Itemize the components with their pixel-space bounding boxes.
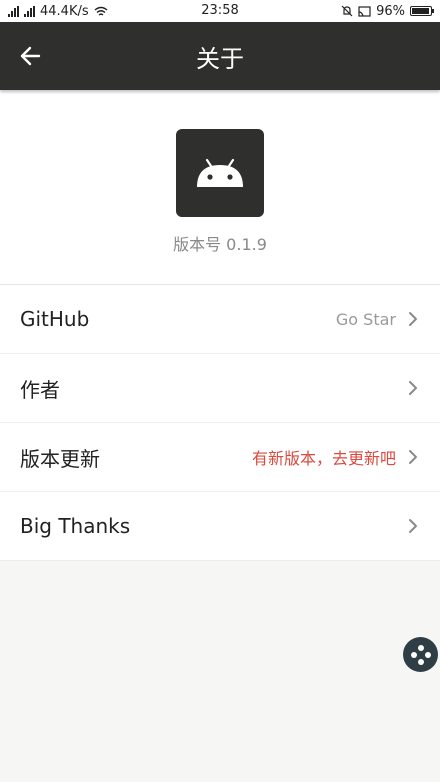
app-header-card: 版本号 0.1.9 bbox=[0, 90, 440, 285]
battery-icon bbox=[410, 6, 434, 16]
about-list: GitHub Go Star 作者 版本更新 有新版本，去更新吧 Big Tha… bbox=[0, 285, 440, 561]
status-right: 96% bbox=[341, 3, 434, 19]
mute-icon bbox=[341, 5, 353, 17]
cast-icon bbox=[358, 5, 371, 17]
list-item-label: Big Thanks bbox=[20, 514, 131, 538]
list-item-author[interactable]: 作者 bbox=[0, 354, 440, 423]
update-available-text: 有新版本，去更新吧 bbox=[251, 449, 396, 468]
status-left: 44.4K/s bbox=[8, 4, 108, 19]
list-item-github[interactable]: GitHub Go Star bbox=[0, 285, 440, 354]
assistive-touch-button[interactable] bbox=[403, 637, 438, 672]
chevron-right-icon bbox=[406, 447, 420, 467]
list-item-update[interactable]: 版本更新 有新版本，去更新吧 bbox=[0, 423, 440, 492]
chevron-right-icon bbox=[406, 378, 420, 398]
wifi-icon bbox=[94, 6, 108, 16]
status-bar: 44.4K/s 23:58 96% bbox=[0, 0, 440, 22]
android-icon bbox=[197, 158, 243, 187]
app-logo bbox=[176, 129, 264, 217]
list-item-value: Go Star bbox=[335, 309, 396, 329]
list-item-label: GitHub bbox=[20, 307, 90, 331]
back-button[interactable] bbox=[0, 22, 60, 90]
page-title: 关于 bbox=[196, 44, 244, 73]
list-item-big-thanks[interactable]: Big Thanks bbox=[0, 492, 440, 561]
arrow-left-icon bbox=[20, 46, 41, 66]
battery-fill bbox=[412, 8, 430, 14]
battery-percent: 96% bbox=[376, 3, 405, 19]
toolbar: 关于 bbox=[0, 22, 440, 90]
list-item-label: 作者 bbox=[20, 377, 60, 402]
chevron-right-icon bbox=[406, 309, 420, 329]
version-label: 版本号 0.1.9 bbox=[173, 235, 267, 254]
signal-icon bbox=[8, 5, 19, 17]
chevron-right-icon bbox=[406, 516, 420, 536]
network-speed: 44.4K/s bbox=[40, 3, 89, 19]
signal-icon-2 bbox=[24, 5, 35, 17]
list-item-label: 版本更新 bbox=[20, 446, 100, 471]
assistive-touch-icon bbox=[410, 644, 431, 665]
